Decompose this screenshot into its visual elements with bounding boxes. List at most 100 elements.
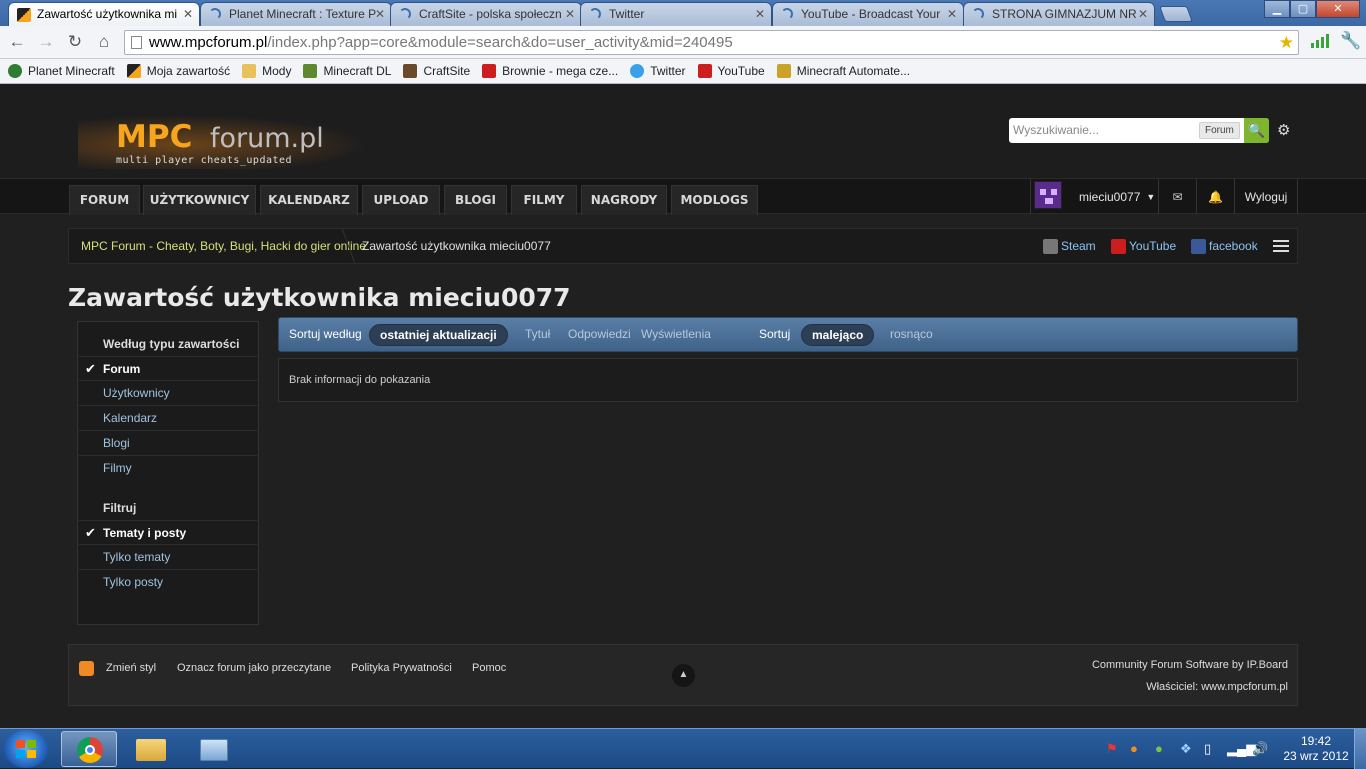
- update-icon[interactable]: ●: [1155, 741, 1163, 756]
- powered-by[interactable]: Community Forum Software by IP.Board: [1092, 659, 1288, 671]
- site-logo[interactable]: MPC forum.pl multi player cheats_updated: [78, 115, 368, 169]
- bookmark-youtube[interactable]: YouTube: [697, 64, 765, 78]
- close-icon[interactable]: ✕: [565, 3, 575, 25]
- bookmark-moja-zawartosc[interactable]: Moja zawartość: [126, 64, 230, 78]
- device-icon[interactable]: ▯: [1204, 741, 1211, 757]
- bookmark-minecraft-automate[interactable]: Minecraft Automate...: [776, 64, 911, 78]
- address-bar[interactable]: www.mpcforum.pl/index.php?app=core&modul…: [124, 30, 1299, 55]
- wrench-menu-icon[interactable]: 🔧: [1340, 31, 1361, 51]
- loading-icon: [972, 8, 984, 20]
- bookmark-star-icon[interactable]: ★: [1279, 31, 1294, 54]
- order-selected[interactable]: malejąco: [801, 324, 875, 346]
- steam-link[interactable]: Steam: [1043, 229, 1096, 263]
- search-button[interactable]: 🔍: [1244, 118, 1269, 143]
- sidebar-item-tematy-i-posty[interactable]: ✔ Tematy i posty: [79, 520, 257, 545]
- clock[interactable]: 19:42 23 wrz 2012: [1276, 734, 1356, 764]
- close-icon[interactable]: ✕: [755, 3, 765, 25]
- bookmark-minecraft-dl[interactable]: Minecraft DL: [303, 64, 391, 78]
- minimize-button[interactable]: ▁: [1264, 0, 1290, 18]
- sidebar-item-forum[interactable]: ✔ Forum: [79, 356, 257, 381]
- maximize-button[interactable]: ▢: [1290, 0, 1316, 18]
- window-controls: ▁ ▢ ✕: [1264, 0, 1360, 20]
- taskbar-explorer[interactable]: [124, 731, 180, 767]
- tab-twitter[interactable]: Twitter ✕: [580, 2, 772, 26]
- bookmark-planet-minecraft[interactable]: Planet Minecraft: [8, 64, 115, 78]
- bookmark-label: Minecraft Automate...: [796, 64, 911, 78]
- sidebar-item-uzytkownicy[interactable]: Użytkownicy: [79, 381, 257, 406]
- bookmark-craftsite[interactable]: CraftSite: [403, 64, 470, 78]
- bookmark-brownie[interactable]: Brownie - mega cze...: [482, 64, 618, 78]
- sort-by-selected[interactable]: ostatniej aktualizacji: [369, 324, 508, 346]
- sidebar-item-label: Tylko posty: [103, 575, 164, 589]
- taskbar-network[interactable]: [186, 731, 242, 767]
- nav-filmy[interactable]: FILMY: [511, 185, 577, 215]
- main-nav: FORUM UŻYTKOWNICY KALENDARZ UPLOAD BLOGI…: [0, 178, 1366, 215]
- bookmark-mody[interactable]: Mody: [242, 64, 291, 78]
- list-menu-icon[interactable]: [1273, 240, 1289, 252]
- tab-planet-minecraft[interactable]: Planet Minecraft : Texture P ✕: [200, 2, 392, 26]
- clock-time: 19:42: [1300, 734, 1332, 748]
- close-icon[interactable]: ✕: [947, 3, 957, 25]
- nav-nagrody[interactable]: NAGRODY: [581, 185, 667, 215]
- facebook-link[interactable]: facebook: [1191, 229, 1258, 263]
- browser-tab-strip: Zawartość użytkownika mi ✕ Planet Minecr…: [0, 0, 1366, 26]
- sidebar-item-filmy[interactable]: Filmy: [79, 456, 257, 481]
- forward-button[interactable]: →: [35, 32, 57, 52]
- nav-forum[interactable]: FORUM: [69, 185, 140, 215]
- rss-icon[interactable]: [79, 661, 94, 676]
- start-button[interactable]: [4, 730, 48, 768]
- avatar[interactable]: [1034, 181, 1062, 209]
- footer-link-help[interactable]: Pomoc: [472, 662, 506, 674]
- search-input[interactable]: Wyszukiwanie...: [1013, 118, 1099, 143]
- sidebar-item-tylko-posty[interactable]: Tylko posty: [79, 570, 257, 595]
- footer-link-privacy[interactable]: Polityka Prywatności: [351, 662, 452, 674]
- search-scope-select[interactable]: Forum: [1199, 122, 1240, 139]
- tab-strona-gimnazjum[interactable]: STRONA GIMNAZJUM NR ✕: [963, 2, 1155, 26]
- sidebar-item-kalendarz[interactable]: Kalendarz: [79, 406, 257, 431]
- reload-button[interactable]: ↻: [64, 32, 86, 52]
- messages-button[interactable]: ✉: [1158, 179, 1196, 214]
- extension-signal-icon[interactable]: [1311, 34, 1329, 48]
- browser-toolbar: ← → ↻ ⌂ www.mpcforum.pl/index.php?app=co…: [0, 26, 1366, 59]
- volume-icon[interactable]: 🔊: [1252, 741, 1268, 757]
- footer-link-mark-read[interactable]: Oznacz forum jako przeczytane: [177, 662, 331, 674]
- tab-zawartosc[interactable]: Zawartość użytkownika mi ✕: [8, 2, 200, 26]
- logo-forum: forum.pl: [210, 123, 324, 154]
- close-icon[interactable]: ✕: [183, 3, 193, 25]
- order-option-rosnaco[interactable]: rosnąco: [890, 318, 933, 351]
- sort-option-wyswietlenia[interactable]: Wyświetlenia: [641, 318, 711, 351]
- home-button[interactable]: ⌂: [93, 32, 115, 52]
- order-label: Sortuj: [759, 327, 791, 341]
- sidebar-item-tylko-tematy[interactable]: Tylko tematy: [79, 545, 257, 570]
- avast-icon[interactable]: ●: [1130, 741, 1138, 756]
- close-window-button[interactable]: ✕: [1316, 0, 1360, 18]
- nav-blogi[interactable]: BLOGI: [444, 185, 507, 215]
- dropbox-icon[interactable]: ❖: [1180, 741, 1192, 757]
- tab-craftsite[interactable]: CraftSite - polska społeczn ✕: [390, 2, 582, 26]
- bell-icon: 🔔: [1208, 189, 1223, 204]
- notifications-button[interactable]: 🔔: [1196, 179, 1234, 214]
- back-button[interactable]: ←: [6, 32, 28, 52]
- sort-option-tytul[interactable]: Tytuł: [525, 318, 550, 351]
- breadcrumb-home[interactable]: MPC Forum - Cheaty, Boty, Bugi, Hacki do…: [81, 229, 366, 263]
- footer-link-change-style[interactable]: Zmień styl: [106, 662, 156, 674]
- close-icon[interactable]: ✕: [375, 3, 385, 25]
- nav-modlogs[interactable]: MODLOGS: [671, 185, 758, 215]
- taskbar-chrome[interactable]: [61, 731, 117, 767]
- gear-icon[interactable]: ⚙: [1277, 121, 1290, 139]
- new-tab-button[interactable]: [1159, 6, 1193, 22]
- logout-link[interactable]: Wyloguj: [1234, 179, 1298, 214]
- tab-youtube[interactable]: YouTube - Broadcast Your ✕: [772, 2, 964, 26]
- action-center-icon[interactable]: ⚑: [1106, 741, 1118, 757]
- youtube-link[interactable]: YouTube: [1111, 229, 1176, 263]
- sort-option-odpowiedzi[interactable]: Odpowiedzi: [568, 318, 631, 351]
- back-to-top-button[interactable]: ▲: [672, 664, 695, 687]
- sidebar-item-blogi[interactable]: Blogi: [79, 431, 257, 456]
- show-desktop-button[interactable]: [1354, 729, 1366, 769]
- forum-page: MPC forum.pl multi player cheats_updated…: [0, 85, 1366, 728]
- nav-upload[interactable]: UPLOAD: [362, 185, 440, 215]
- close-icon[interactable]: ✕: [1138, 3, 1148, 25]
- nav-kalendarz[interactable]: KALENDARZ: [260, 185, 358, 215]
- nav-uzytkownicy[interactable]: UŻYTKOWNICY: [143, 185, 256, 215]
- bookmark-twitter[interactable]: Twitter: [630, 64, 686, 78]
